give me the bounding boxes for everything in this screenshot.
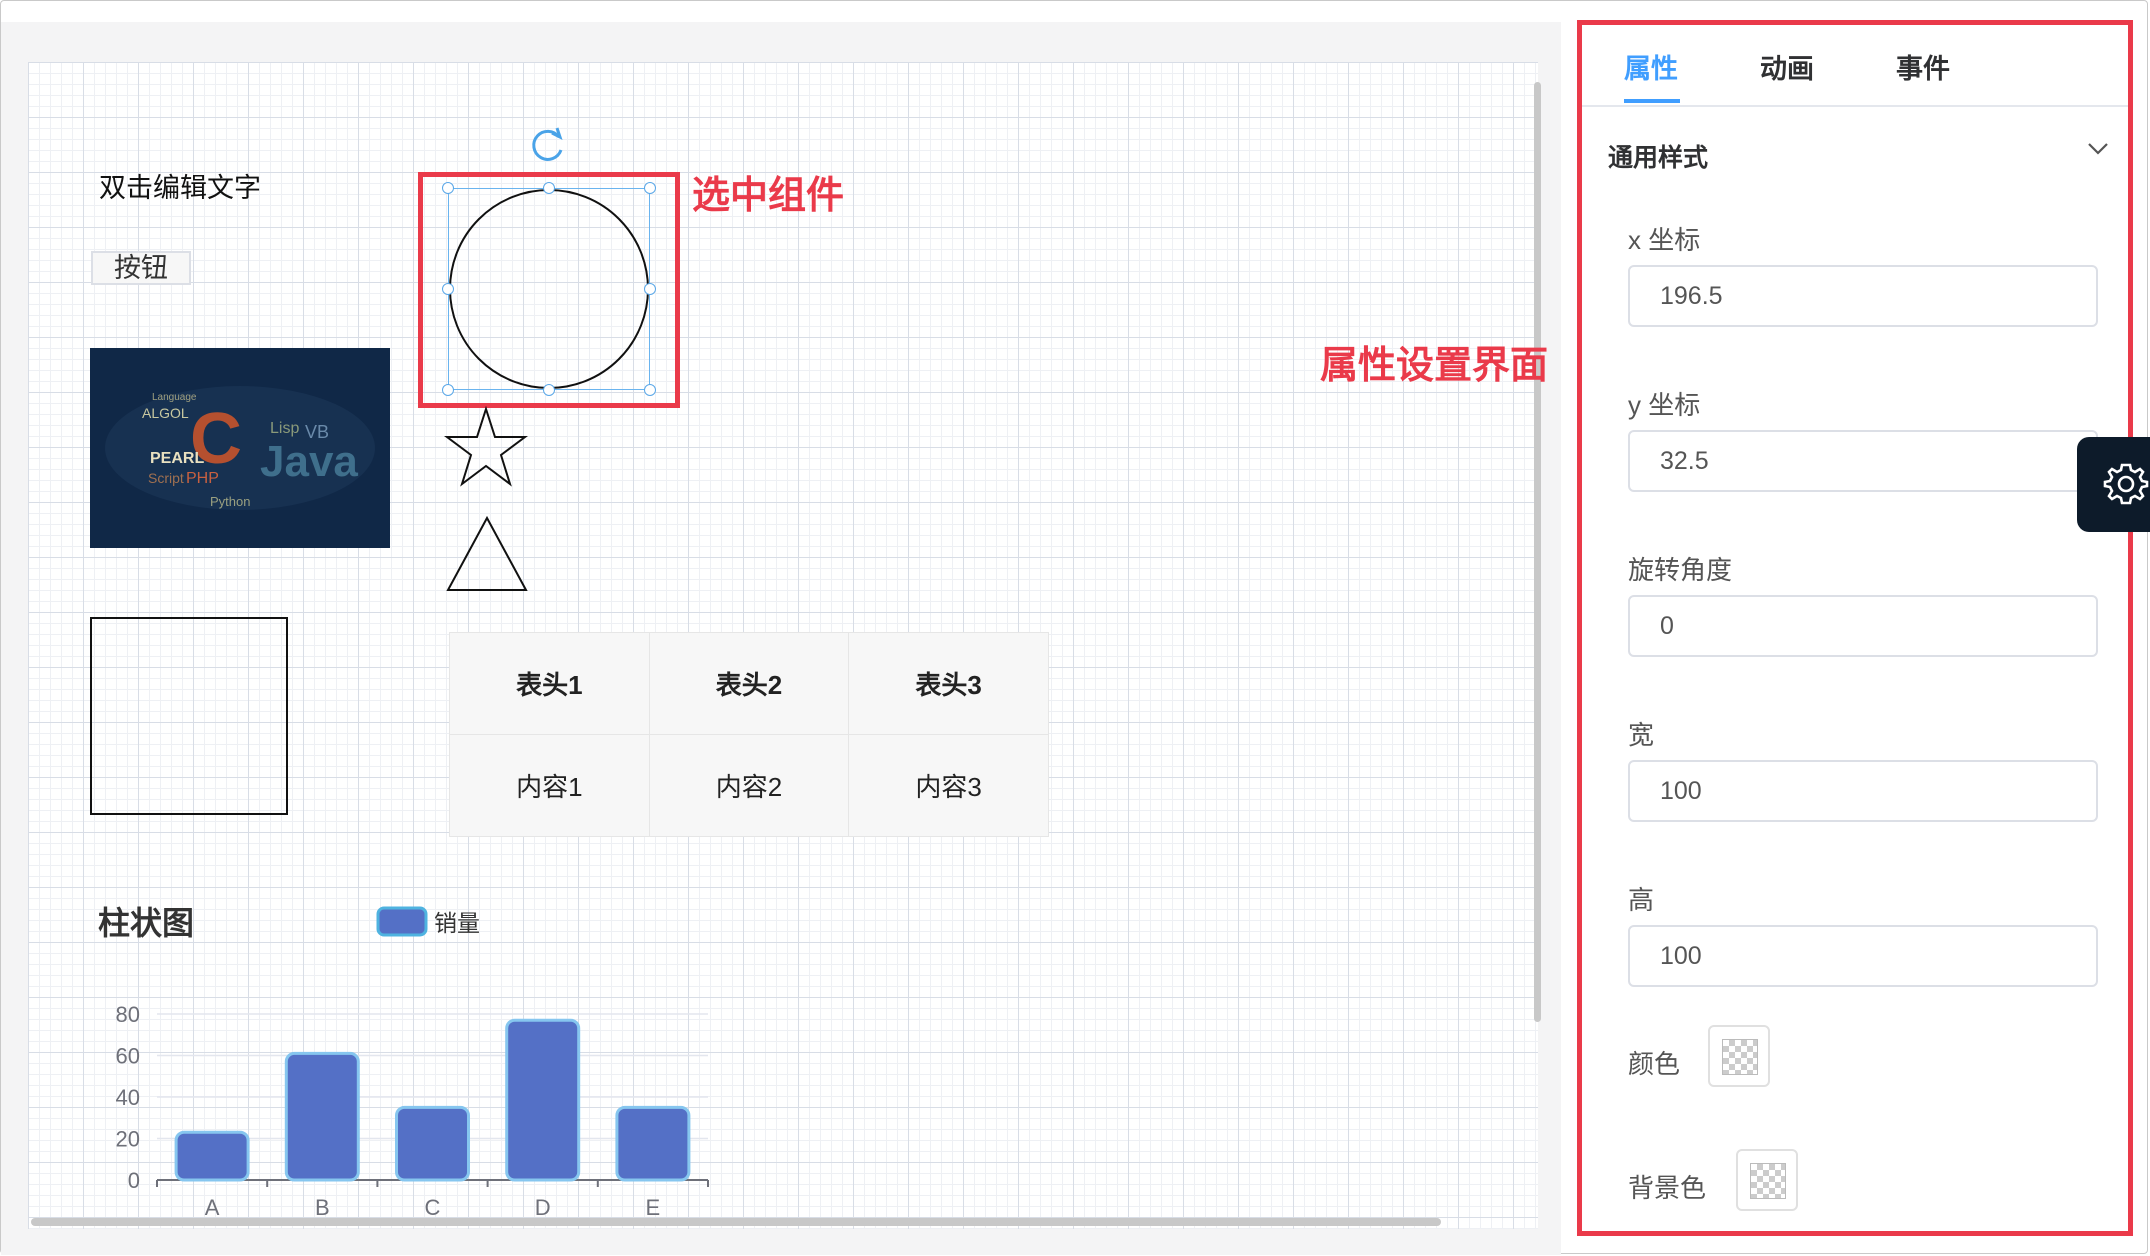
legend-label: 销量	[434, 910, 480, 936]
picture-word: PHP	[186, 470, 219, 487]
resize-handle-bottom-right[interactable]	[644, 384, 656, 396]
rectangle-component[interactable]	[90, 617, 288, 815]
y-coordinate-label: y 坐标	[1628, 390, 1701, 420]
table-row: 内容1 内容2 内容3	[449, 734, 1049, 837]
vertical-scrollbar[interactable]	[1534, 82, 1541, 1022]
active-tab-indicator	[1624, 99, 1680, 103]
tab-properties[interactable]: 属性	[1624, 47, 1678, 86]
picture-word: VB	[305, 422, 329, 442]
picture-word: Script	[148, 470, 184, 486]
text-component[interactable]: 双击编辑文字	[99, 166, 261, 205]
table-cell: 内容1	[449, 734, 650, 837]
bar-chart-component[interactable]: 柱状图 销量 0 20 40 60 80 A B C D E	[78, 882, 728, 1229]
triangle-component[interactable]	[444, 514, 530, 594]
picture-word: Python	[210, 494, 250, 509]
table-header-cell: 表头1	[449, 632, 650, 735]
resize-handle-top[interactable]	[543, 182, 555, 194]
property-panel: 属性 动画 事件 通用样式 x 坐标 196.5 y 坐标 32.5 旋转角度 …	[1577, 20, 2133, 1236]
chart-title: 柱状图	[98, 905, 194, 941]
table-header-row: 表头1 表头2 表头3	[449, 632, 1049, 735]
table-cell: 内容2	[648, 734, 850, 837]
height-input[interactable]: 100	[1628, 925, 2098, 987]
y-tick-label: 40	[116, 1085, 140, 1110]
panel-tabs: 属性 动画 事件	[1582, 25, 2128, 107]
y-tick-label: 80	[116, 1002, 140, 1027]
y-tick-label: 0	[128, 1168, 140, 1193]
x-tick-label: A	[205, 1195, 220, 1220]
button-component[interactable]: 按钮	[91, 251, 191, 285]
settings-drawer-toggle[interactable]	[2077, 437, 2150, 532]
picture-word: PEARL	[150, 450, 204, 467]
transparent-swatch-icon	[1722, 1039, 1758, 1075]
section-general-style[interactable]: 通用样式	[1608, 138, 1708, 174]
x-tick-label: B	[315, 1195, 330, 1220]
table-header-cell: 表头2	[648, 632, 850, 735]
y-tick-label: 60	[116, 1044, 140, 1069]
table-header-cell: 表头3	[848, 632, 1049, 735]
tab-events[interactable]: 事件	[1896, 47, 1950, 86]
x-tick-label: C	[425, 1195, 441, 1220]
table-component[interactable]: 表头1 表头2 表头3 内容1 内容2 内容3	[449, 632, 1049, 837]
picture-word: C	[190, 399, 242, 479]
width-input[interactable]: 100	[1628, 760, 2098, 822]
x-tick-label: E	[646, 1195, 661, 1220]
chart-bar	[174, 1130, 250, 1182]
x-coordinate-label: x 坐标	[1628, 225, 1701, 255]
tab-animation[interactable]: 动画	[1760, 47, 1814, 86]
chart-bar	[284, 1051, 360, 1182]
resize-handle-right[interactable]	[644, 283, 656, 295]
annotation-property-panel: 属性设置界面	[1320, 345, 1549, 387]
resize-handle-left[interactable]	[442, 283, 454, 295]
rotation-label: 旋转角度	[1628, 555, 1733, 585]
width-label: 宽	[1628, 720, 1655, 750]
color-picker[interactable]	[1708, 1025, 1770, 1087]
annotation-selected-component: 选中组件	[692, 175, 845, 217]
chevron-down-icon[interactable]	[2087, 142, 2109, 156]
picture-component[interactable]: Java C Lisp VB ALGOL PEARL Script PHP Py…	[90, 348, 390, 548]
star-component[interactable]	[444, 406, 528, 488]
picture-word: Java	[260, 437, 358, 486]
picture-word: Language	[152, 392, 197, 403]
picture-word: Lisp	[270, 420, 299, 437]
y-coordinate-input[interactable]: 32.5	[1628, 430, 2098, 492]
chart-bar	[505, 1018, 581, 1182]
background-color-picker[interactable]	[1736, 1149, 1798, 1211]
resize-handle-bottom[interactable]	[543, 384, 555, 396]
design-canvas[interactable]: 双击编辑文字 按钮 Java C Lisp VB ALGOL PEARL Scr…	[28, 62, 1538, 1229]
rotation-input[interactable]: 0	[1628, 595, 2098, 657]
resize-handle-top-left[interactable]	[442, 182, 454, 194]
picture-word: ALGOL	[142, 405, 189, 421]
background-color-label: 背景色	[1628, 1173, 1707, 1203]
chart-bar	[395, 1105, 470, 1182]
resize-handle-bottom-left[interactable]	[442, 384, 454, 396]
transparent-swatch-icon	[1750, 1163, 1786, 1199]
x-coordinate-input[interactable]: 196.5	[1628, 265, 2098, 327]
gear-icon	[2103, 463, 2149, 505]
horizontal-scrollbar[interactable]	[31, 1218, 1441, 1226]
chart-bar	[615, 1105, 691, 1182]
color-label: 颜色	[1628, 1049, 1681, 1079]
selection-box	[448, 188, 650, 390]
word-cloud-image: Java C Lisp VB ALGOL PEARL Script PHP Py…	[105, 386, 375, 510]
legend-swatch	[376, 906, 428, 937]
y-tick-label: 20	[116, 1127, 140, 1152]
x-tick-label: D	[535, 1195, 551, 1220]
rotate-icon[interactable]	[528, 124, 568, 164]
height-label: 高	[1628, 885, 1655, 915]
resize-handle-top-right[interactable]	[644, 182, 656, 194]
table-cell: 内容3	[848, 734, 1049, 837]
